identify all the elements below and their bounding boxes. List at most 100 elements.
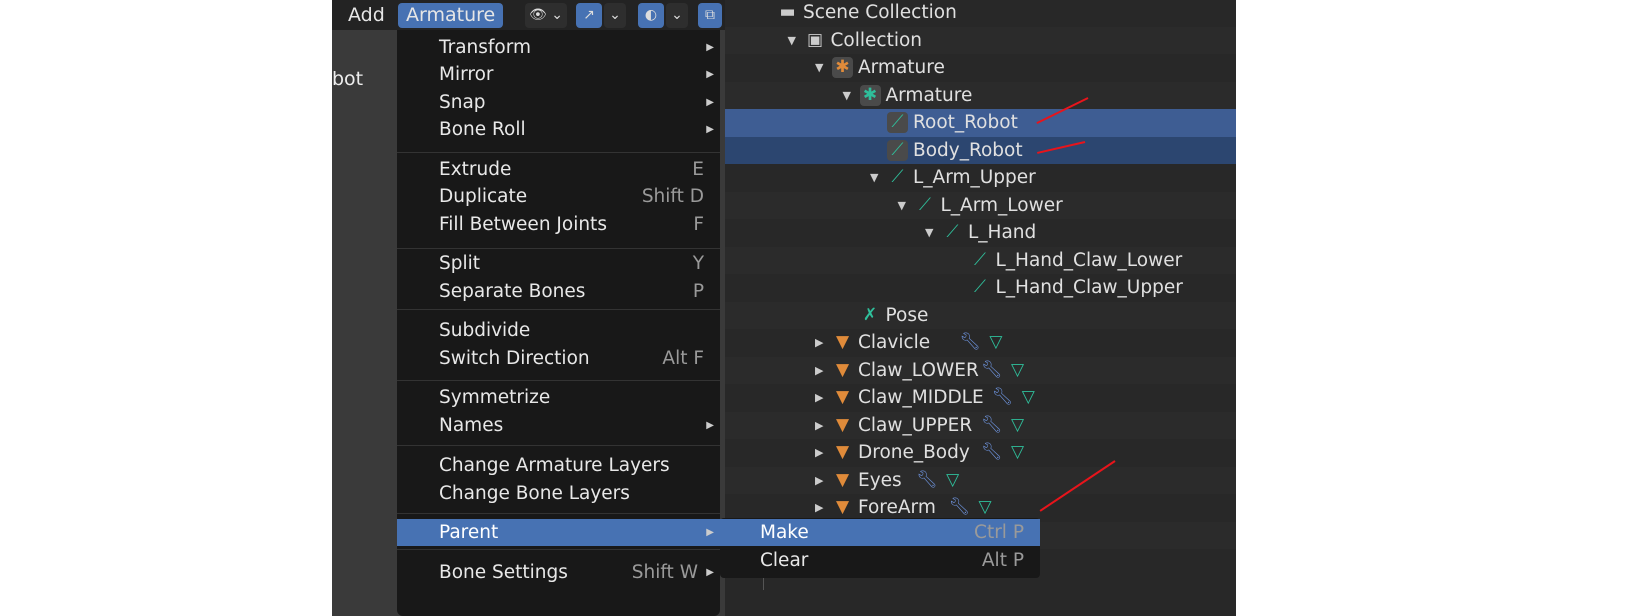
xray-toggle-icon[interactable]: ⧉ — [698, 3, 722, 28]
mesh-data-icon[interactable]: ▽ — [1007, 442, 1028, 463]
outliner-item-label: Armature — [885, 84, 973, 106]
bone-icon: ⟋ — [946, 222, 959, 242]
mesh-data-icon[interactable]: ▽ — [1007, 360, 1028, 381]
shortcut-label: E — [692, 159, 704, 180]
menu-item-label: Parent — [439, 522, 499, 543]
overlays-dropdown-chevron-icon[interactable]: ⌄ — [666, 3, 688, 28]
submenu-arrow-icon: ▶ — [706, 567, 714, 578]
3d-viewport[interactable]: Add Armature 👁 ⌄ ↗ ⌄ ◐ ⌄ ⧉ bot Transform… — [332, 0, 1040, 616]
menu-item-names[interactable]: Names ▶ — [397, 412, 720, 439]
menu-item-fill-between-joints[interactable]: Fill Between Joints F — [397, 211, 720, 238]
outliner-row[interactable]: ▶ ▼ Claw_UPPER 🔧︎ ▽ — [725, 411, 1236, 439]
shortcut-label: Y — [692, 253, 704, 274]
wrench-modifier-icon[interactable]: 🔧︎ — [992, 387, 1014, 408]
submenu-item-make[interactable]: Make Ctrl P — [720, 519, 1040, 546]
menu-item-switch-direction[interactable]: Switch Direction Alt F — [397, 345, 720, 372]
menu-item-label: Names — [439, 415, 504, 436]
outliner-row[interactable]: ▼ ✱ Armature — [725, 81, 1236, 109]
menu-separator — [397, 445, 720, 446]
mesh-object-icon: ▼ — [835, 359, 850, 380]
gizmo-toggle-icon[interactable]: ↗ — [576, 3, 602, 28]
menu-item-change-armature-layers[interactable]: Change Armature Layers — [397, 452, 720, 479]
add-menu-button[interactable]: Add — [340, 3, 393, 28]
menu-item-transform[interactable]: Transform ▶ — [397, 34, 720, 61]
mesh-object-icon: ▼ — [835, 469, 850, 490]
menu-item-label: Mirror — [439, 64, 494, 85]
outliner-row[interactable]: ▼ ⟋ L_Hand — [725, 219, 1236, 247]
menu-item-symmetrize[interactable]: Symmetrize — [397, 384, 720, 411]
mesh-object-icon: ▼ — [835, 414, 850, 435]
menu-item-duplicate[interactable]: Duplicate Shift D — [397, 183, 720, 210]
outliner-row[interactable]: ⟋ L_Hand_Claw_Lower — [725, 246, 1236, 274]
menu-item-label: Duplicate — [439, 186, 528, 207]
expand-down-icon[interactable]: ▼ — [815, 54, 823, 81]
wrench-modifier-icon[interactable]: 🔧︎ — [916, 470, 938, 491]
menu-item-bone-roll[interactable]: Bone Roll ▶ — [397, 116, 720, 143]
outliner-row[interactable]: ▶ ▼ Clavicle 🔧︎ ▽ — [725, 329, 1236, 357]
submenu-item-clear[interactable]: Clear Alt P — [720, 547, 1040, 574]
outliner-row[interactable]: ▶ ▼ Eyes 🔧︎ ▽ — [725, 466, 1236, 494]
menu-item-subdivide[interactable]: Subdivide — [397, 317, 720, 344]
menu-item-split[interactable]: Split Y — [397, 250, 720, 277]
menu-item-separate-bones[interactable]: Separate Bones P — [397, 278, 720, 305]
menu-item-label: Change Bone Layers — [439, 483, 630, 504]
menu-item-extrude[interactable]: Extrude E — [397, 156, 720, 183]
mesh-data-icon[interactable]: ▽ — [1018, 387, 1039, 408]
mesh-data-icon[interactable]: ▽ — [942, 470, 963, 491]
wrench-modifier-icon[interactable]: 🔧︎ — [981, 360, 1003, 381]
menu-item-label: Bone Roll — [439, 119, 526, 140]
expand-right-icon[interactable]: ▶ — [815, 494, 823, 521]
mesh-object-icon: ▼ — [835, 332, 850, 352]
overlays-toggle-icon[interactable]: ◐ — [638, 3, 664, 28]
outliner-item-label: L_Arm_Lower — [940, 194, 1063, 216]
outliner-row[interactable]: ⟋ L_Hand_Claw_Upper — [725, 274, 1236, 302]
outliner-row[interactable]: ▶ ▼ Claw_LOWER 🔧︎ ▽ — [725, 356, 1236, 384]
wrench-modifier-icon[interactable]: 🔧︎ — [981, 415, 1003, 436]
outliner-row[interactable]: ▶ ▼ Claw_MIDDLE 🔧︎ ▽ — [725, 384, 1236, 412]
mesh-data-icon[interactable]: ▽ — [1007, 415, 1028, 436]
armature-menu-button[interactable]: Armature — [398, 3, 504, 28]
expand-right-icon[interactable]: ▶ — [815, 412, 823, 439]
outliner-item-label: Body_Robot — [913, 139, 1023, 161]
expand-right-icon[interactable]: ▶ — [815, 384, 823, 411]
expand-right-icon[interactable]: ▶ — [815, 467, 823, 494]
menu-item-snap[interactable]: Snap ▶ — [397, 89, 720, 116]
visibility-selectability-icon[interactable]: 👁 ⌄ — [525, 3, 567, 28]
outliner-row[interactable]: ▼ ✱ Armature — [725, 54, 1236, 82]
expand-down-icon[interactable]: ▼ — [788, 27, 796, 54]
expand-right-icon[interactable]: ▶ — [815, 357, 823, 384]
expand-down-icon[interactable]: ▼ — [870, 164, 878, 191]
outliner-item-label: Drone_Body — [858, 442, 970, 463]
menu-item-label: Subdivide — [439, 320, 531, 341]
outliner-row[interactable]: ▼ ⟋ L_Arm_Upper — [725, 164, 1236, 192]
menu-item-label: Make — [760, 522, 809, 543]
wrench-modifier-icon[interactable]: 🔧︎ — [981, 442, 1003, 463]
submenu-arrow-icon: ▶ — [706, 42, 714, 53]
mesh-data-icon[interactable]: ▽ — [975, 497, 996, 518]
outliner-row[interactable]: ⟋ Root_Robot — [725, 109, 1236, 137]
viewport-object-label: bot — [332, 68, 364, 90]
outliner-row[interactable]: ▬ Scene Collection — [725, 0, 1236, 27]
wrench-modifier-icon[interactable]: 🔧︎ — [949, 497, 971, 518]
outliner-item-label: ForeArm — [858, 497, 936, 518]
outliner-row[interactable]: ▼ ▣ Collection — [725, 26, 1236, 54]
expand-down-icon[interactable]: ▼ — [925, 219, 933, 246]
gizmo-dropdown-chevron-icon[interactable]: ⌄ — [604, 3, 626, 28]
expand-down-icon[interactable]: ▼ — [843, 82, 851, 109]
expand-right-icon[interactable]: ▶ — [815, 329, 823, 356]
menu-item-mirror[interactable]: Mirror ▶ — [397, 61, 720, 88]
expand-right-icon[interactable]: ▶ — [815, 439, 823, 466]
menu-item-change-bone-layers[interactable]: Change Bone Layers — [397, 480, 720, 507]
outliner-row[interactable]: ⟋ Body_Robot — [725, 136, 1236, 164]
bone-icon: ⟋ — [919, 194, 931, 215]
outliner-row[interactable]: ▶ ▼ Drone_Body 🔧︎ ▽ — [725, 439, 1236, 467]
menu-item-bone-settings[interactable]: Bone Settings Shift W ▶ — [397, 559, 720, 586]
outliner-row[interactable]: ▼ ⟋ L_Arm_Lower — [725, 191, 1236, 219]
expand-down-icon[interactable]: ▼ — [898, 192, 906, 219]
menu-item-parent[interactable]: Parent ▶ — [397, 519, 720, 546]
armature-menu: Transform ▶ Mirror ▶ Snap ▶ Bone Roll ▶ Extrude E… — [397, 30, 720, 616]
wrench-modifier-icon[interactable]: 🔧︎ — [959, 332, 981, 353]
outliner-row[interactable]: ✗ Pose — [725, 301, 1236, 329]
bone-icon: ⟋ — [891, 167, 904, 187]
mesh-data-icon[interactable]: ▽ — [985, 332, 1006, 353]
